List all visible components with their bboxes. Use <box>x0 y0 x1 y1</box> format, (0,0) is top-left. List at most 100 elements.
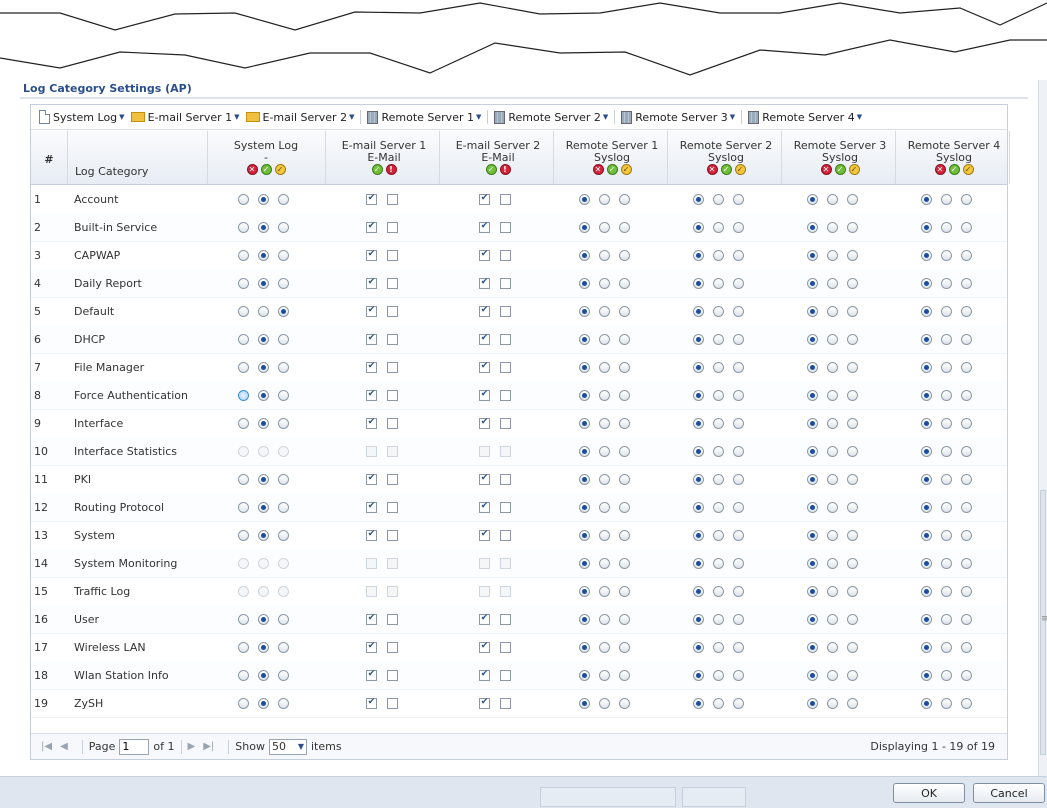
email1-checkbox[interactable] <box>366 445 377 457</box>
email2-checkbox[interactable] <box>479 361 490 373</box>
remote-server-radio[interactable] <box>807 585 818 597</box>
remote-server-radio[interactable] <box>733 417 744 429</box>
email1-checkbox[interactable] <box>387 473 398 485</box>
email2-checkbox[interactable] <box>500 529 511 541</box>
remote-server-radio[interactable] <box>807 641 818 653</box>
remote-server-radio[interactable] <box>599 613 610 625</box>
system-log-radio[interactable] <box>278 221 289 233</box>
system-log-radio[interactable] <box>278 697 289 709</box>
remote-server-radio[interactable] <box>961 193 972 205</box>
remote-server-radio[interactable] <box>619 445 630 457</box>
email2-checkbox[interactable] <box>479 613 490 625</box>
remote-server-radio[interactable] <box>921 445 932 457</box>
cancel-button[interactable]: Cancel <box>973 783 1045 803</box>
remote-server-radio[interactable] <box>941 305 952 317</box>
remote-server-radio[interactable] <box>733 529 744 541</box>
remote-server-radio[interactable] <box>693 361 704 373</box>
next-page-icon[interactable]: ▶ <box>188 741 196 752</box>
remote-server-radio[interactable] <box>599 389 610 401</box>
remote-server-radio[interactable] <box>713 277 724 289</box>
remote-server-radio[interactable] <box>921 669 932 681</box>
remote-server-radio[interactable] <box>733 669 744 681</box>
system-log-radio[interactable] <box>258 613 269 625</box>
remote-server-radio[interactable] <box>579 389 590 401</box>
remote-server-radio[interactable] <box>941 361 952 373</box>
remote-server-radio[interactable] <box>599 669 610 681</box>
system-log-radio[interactable] <box>238 389 249 401</box>
remote-server-radio[interactable] <box>921 333 932 345</box>
remote-server-radio[interactable] <box>961 501 972 513</box>
email1-checkbox[interactable] <box>387 697 398 709</box>
email1-checkbox[interactable] <box>366 697 377 709</box>
email1-checkbox[interactable] <box>366 669 377 681</box>
email2-checkbox[interactable] <box>500 277 511 289</box>
email1-checkbox[interactable] <box>366 585 377 597</box>
remote-server-radio[interactable] <box>693 445 704 457</box>
debug-icon[interactable]: ✓ <box>848 164 860 175</box>
remote-server-radio[interactable] <box>961 389 972 401</box>
email2-checkbox[interactable] <box>500 445 511 457</box>
remote-server-radio[interactable] <box>961 613 972 625</box>
email1-checkbox[interactable] <box>366 529 377 541</box>
remote-server-radio[interactable] <box>733 613 744 625</box>
remote-server-radio[interactable] <box>713 333 724 345</box>
alert-icon[interactable]: ! <box>385 164 397 175</box>
splitter-grip[interactable]: ≡ <box>1041 614 1047 624</box>
email2-checkbox[interactable] <box>479 305 490 317</box>
normal-icon[interactable]: ✓ <box>606 164 618 175</box>
remote-server-radio[interactable] <box>921 277 932 289</box>
remote-server-radio[interactable] <box>941 501 952 513</box>
remote-server-radio[interactable] <box>847 641 858 653</box>
remote-server-radio[interactable] <box>847 305 858 317</box>
remote-server-radio[interactable] <box>713 445 724 457</box>
remote-server-radio[interactable] <box>693 501 704 513</box>
system-log-radio[interactable] <box>238 501 249 513</box>
system-log-radio[interactable] <box>238 473 249 485</box>
remote-server-radio[interactable] <box>599 585 610 597</box>
remote-server-radio[interactable] <box>619 361 630 373</box>
remote-server-radio[interactable] <box>827 333 838 345</box>
system-log-radio[interactable] <box>278 305 289 317</box>
remote-server-radio[interactable] <box>807 501 818 513</box>
system-log-radio[interactable] <box>258 361 269 373</box>
remote-server-radio[interactable] <box>599 641 610 653</box>
email2-checkbox[interactable] <box>479 641 490 653</box>
normal-icon[interactable]: ✓ <box>834 164 846 175</box>
remote-server-radio[interactable] <box>847 697 858 709</box>
remote-server-radio[interactable] <box>921 417 932 429</box>
system-log-radio[interactable] <box>278 613 289 625</box>
remote-server-radio[interactable] <box>599 277 610 289</box>
remote-server-radio[interactable] <box>599 305 610 317</box>
remote-server-radio[interactable] <box>827 473 838 485</box>
remote-server-radio[interactable] <box>579 277 590 289</box>
remote-server-radio[interactable] <box>693 473 704 485</box>
remote-server-radio[interactable] <box>599 445 610 457</box>
remote-server-radio[interactable] <box>827 557 838 569</box>
system-log-radio[interactable] <box>238 669 249 681</box>
debug-icon[interactable]: ✓ <box>620 164 632 175</box>
disable-icon[interactable]: ✕ <box>934 164 946 175</box>
remote-server-radio[interactable] <box>847 529 858 541</box>
remote-server-radio[interactable] <box>807 697 818 709</box>
system-log-radio[interactable] <box>258 249 269 261</box>
remote-server-radio[interactable] <box>619 193 630 205</box>
remote-server-radio[interactable] <box>847 277 858 289</box>
email2-checkbox[interactable] <box>500 221 511 233</box>
remote-server-radio[interactable] <box>941 389 952 401</box>
remote-server-radio[interactable] <box>713 613 724 625</box>
remote-server-radio[interactable] <box>807 193 818 205</box>
remote-server-radio[interactable] <box>921 361 932 373</box>
disable-icon[interactable]: ✕ <box>820 164 832 175</box>
system-log-radio[interactable] <box>278 585 289 597</box>
remote-server-radio[interactable] <box>961 305 972 317</box>
remote-server-radio[interactable] <box>961 333 972 345</box>
remote-server-radio[interactable] <box>807 529 818 541</box>
email1-checkbox[interactable] <box>387 445 398 457</box>
toolbar-system-log[interactable]: System Log ▼ <box>39 110 125 124</box>
email2-checkbox[interactable] <box>500 557 511 569</box>
normal-icon[interactable]: ✓ <box>720 164 732 175</box>
email1-checkbox[interactable] <box>387 193 398 205</box>
remote-server-radio[interactable] <box>847 249 858 261</box>
email1-checkbox[interactable] <box>387 417 398 429</box>
email2-checkbox[interactable] <box>500 417 511 429</box>
